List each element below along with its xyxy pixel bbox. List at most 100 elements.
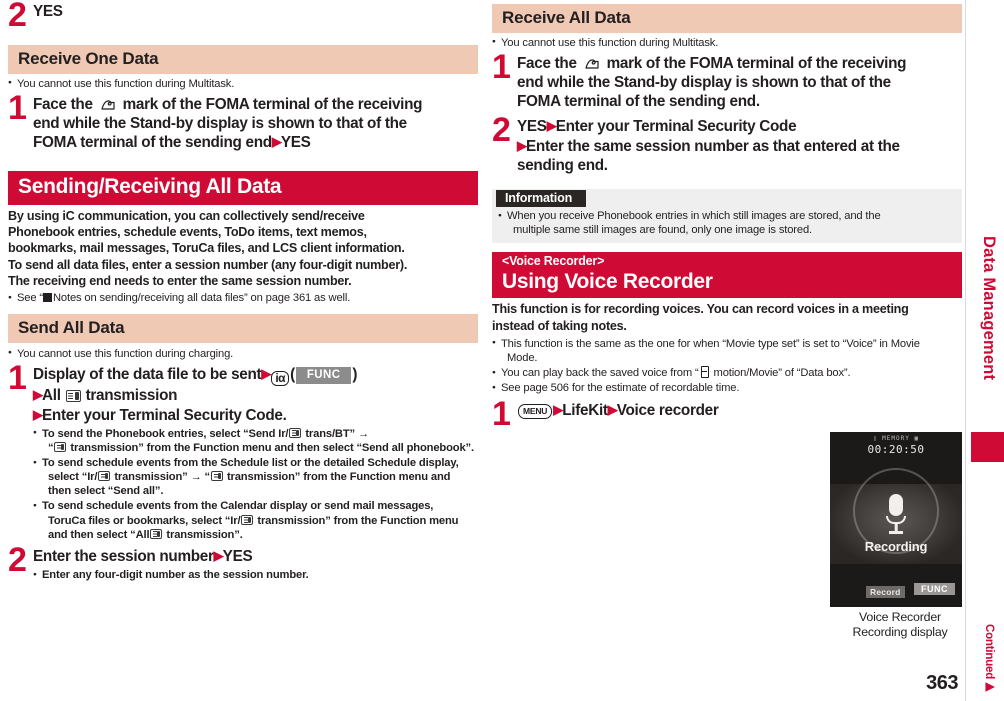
microphone-foot-icon bbox=[889, 531, 903, 534]
arrow-icon: ▶ bbox=[33, 387, 43, 403]
step-line-1a: YES bbox=[517, 118, 547, 136]
foma-ic-mark-icon bbox=[583, 56, 601, 71]
bullet-pre: You can play back the saved voice from “ bbox=[501, 367, 699, 379]
step-line-1: YES▶Enter your Terminal Security Code bbox=[517, 117, 962, 136]
arrow-icon: ▶ bbox=[33, 406, 43, 422]
menu-item-lifekit[interactable]: LifeKit bbox=[562, 402, 608, 419]
black-square-icon bbox=[43, 293, 52, 303]
step-yes: 2 YES bbox=[8, 0, 478, 32]
arrow-icon: ▶ bbox=[271, 134, 282, 150]
step-line-3a: FOMA terminal of the sending end bbox=[33, 134, 272, 152]
txt: transmission” from the Function menu bbox=[254, 514, 459, 527]
sub-bullet-line-2: select “Ir/ transmission” → “ transmissi… bbox=[42, 470, 478, 484]
figure-caption-line-2: Recording display bbox=[852, 625, 948, 640]
txt: and then select “All bbox=[48, 528, 150, 541]
step-line-1b: mark of the FOMA terminal of the receivi… bbox=[606, 54, 907, 72]
step-text: Enter the session number bbox=[33, 547, 214, 565]
bullet-line-2: Mode. bbox=[507, 351, 538, 364]
step-number: 1 bbox=[8, 88, 27, 127]
note-multitask: You cannot use this function during Mult… bbox=[8, 77, 478, 91]
sub-bullet-phonebook: To send the Phonebook entries, select “S… bbox=[33, 427, 478, 455]
step-voice-recorder-1: 1 MENU ▶LifeKit▶Voice recorder bbox=[492, 397, 962, 431]
step-line-1: Display of the data file to be sent▶ iα(F… bbox=[33, 365, 358, 387]
step-line-1: Enter the session number▶YES bbox=[33, 547, 478, 566]
left-column: 2 YES Receive One Data You cannot use th… bbox=[8, 0, 478, 582]
txt: To send schedule events from the Schedul… bbox=[42, 457, 459, 470]
step-line-1b: mark of the FOMA terminal of the receivi… bbox=[122, 95, 423, 113]
page-number: 363 bbox=[926, 672, 958, 694]
step-line-1: MENU ▶LifeKit▶Voice recorder bbox=[517, 401, 962, 420]
ic-transmission-icon bbox=[241, 514, 254, 525]
column-divider bbox=[965, 0, 966, 701]
step-line-2: end while the Stand-by display is shown … bbox=[33, 115, 407, 133]
see-note-post: Notes on sending/receiving all data file… bbox=[53, 292, 351, 305]
i-alpha-key-icon[interactable]: iα bbox=[271, 370, 290, 387]
information-box: Information When you receive Phonebook e… bbox=[492, 189, 962, 244]
heading-send-all-data: Send All Data bbox=[8, 314, 478, 343]
softkey-func[interactable]: FUNC bbox=[914, 583, 955, 595]
voice-recorder-bullet-playback: You can play back the saved voice from “… bbox=[492, 366, 962, 380]
menu-item-voice-recorder[interactable]: Voice recorder bbox=[617, 402, 719, 419]
intro-line-2: Phonebook entries, schedule events, ToDo… bbox=[8, 225, 367, 240]
func-softkey[interactable]: FUNC bbox=[295, 366, 352, 385]
information-line-2: multiple same still images are found, on… bbox=[513, 224, 812, 237]
step-line-2: ▶Enter the same session number as that e… bbox=[517, 137, 962, 156]
arrow-icon: ▶ bbox=[517, 137, 527, 153]
txt: To send schedule events from the Calenda… bbox=[42, 500, 434, 513]
information-line-1: When you receive Phonebook entries in wh… bbox=[507, 210, 881, 223]
arrow-icon: ▶ bbox=[607, 402, 618, 418]
menu-key-icon[interactable]: MENU bbox=[518, 404, 553, 419]
phone-screenshot: ▯ MEMORY ▣ 00:20:50 Recording Record FUN… bbox=[830, 432, 962, 607]
step-receive-all-data-2: 2 YES▶Enter your Terminal Security Code … bbox=[492, 113, 962, 175]
step-number: 1 bbox=[8, 358, 27, 397]
arrow-icon: ▶ bbox=[553, 402, 563, 418]
step-line-3: sending end. bbox=[517, 156, 608, 174]
step-receive-one-data: 1 Face the mark of the FOMA terminal of … bbox=[8, 91, 478, 153]
step-number: 2 bbox=[8, 540, 27, 579]
recording-status-label: Recording bbox=[864, 539, 928, 554]
step-line-2: end while the Stand-by display is shown … bbox=[517, 73, 891, 91]
section-tab-marker bbox=[971, 432, 1004, 462]
step-line-2-text: Enter the same session number as that en… bbox=[526, 137, 900, 155]
arrow-icon: ▶ bbox=[213, 547, 224, 563]
sub-bullet-line-3: then select “Send all”. bbox=[48, 485, 164, 498]
intro-line-1: This function is for recording voices. Y… bbox=[492, 302, 909, 317]
step-line-1: Face the mark of the FOMA terminal of th… bbox=[517, 54, 962, 73]
softkey-record[interactable]: Record bbox=[866, 586, 905, 598]
sub-bullet-schedule-list: To send schedule events from the Schedul… bbox=[33, 456, 478, 498]
information-bullet: When you receive Phonebook entries in wh… bbox=[498, 209, 956, 237]
intro-line-5: The receiving end needs to enter the sam… bbox=[8, 273, 352, 288]
voice-recorder-intro: This function is for recording voices. Y… bbox=[492, 301, 962, 333]
bullet-line-1: This function is the same as the one for… bbox=[501, 337, 920, 350]
step-receive-all-data-1: 1 Face the mark of the FOMA terminal of … bbox=[492, 50, 962, 112]
information-tab-label: Information bbox=[496, 190, 587, 208]
sub-bullet-calendar: To send schedule events from the Calenda… bbox=[33, 499, 478, 541]
intro-line-1: By using iC communication, you can colle… bbox=[8, 208, 365, 223]
step-line-1b: Enter your Terminal Security Code bbox=[555, 118, 797, 136]
voice-recorder-bullet-movie-type: This function is the same as the one for… bbox=[492, 337, 962, 365]
sub-bullet-line-3: and then select “All transmission”. bbox=[42, 528, 478, 542]
voice-recorder-bullet-recordable-time: See page 506 for the estimate of recorda… bbox=[492, 381, 962, 395]
txt: transmission” from the Function menu and… bbox=[67, 442, 474, 455]
figure-caption: Voice Recorder Recording display bbox=[830, 610, 970, 640]
ic-transmission-icon bbox=[150, 528, 163, 539]
sub-bullet-line-2: ToruCa files or bookmarks, select “Ir/ t… bbox=[42, 514, 478, 528]
step-line-3-text: Enter your Terminal Security Code. bbox=[42, 406, 287, 424]
right-column: Receive All Data You cannot use this fun… bbox=[492, 0, 962, 431]
i-motion-icon bbox=[700, 366, 709, 378]
txt: To send the Phonebook entries, select “S… bbox=[42, 427, 289, 440]
arrow-icon: ▶ bbox=[546, 118, 557, 134]
step-number: 1 bbox=[492, 395, 511, 434]
note-multitask: You cannot use this function during Mult… bbox=[492, 36, 962, 50]
continued-label: Continued▶ bbox=[983, 624, 995, 693]
step-number: 1 bbox=[492, 47, 511, 86]
intro-paragraph: By using iC communication, you can colle… bbox=[8, 208, 478, 289]
step-line-3: FOMA terminal of the sending end. bbox=[517, 93, 760, 111]
ic-transmission-icon bbox=[289, 427, 302, 438]
see-note-pre: See “ bbox=[17, 292, 43, 305]
step-line-3: ▶Enter your Terminal Security Code. bbox=[33, 406, 478, 425]
step-send-all-data-1: 1 Display of the data file to be sent▶ iα… bbox=[8, 361, 478, 542]
txt: transmission” → “ bbox=[111, 471, 210, 484]
step-number: 2 bbox=[492, 111, 511, 150]
heading-title: Using Voice Recorder bbox=[502, 270, 713, 294]
